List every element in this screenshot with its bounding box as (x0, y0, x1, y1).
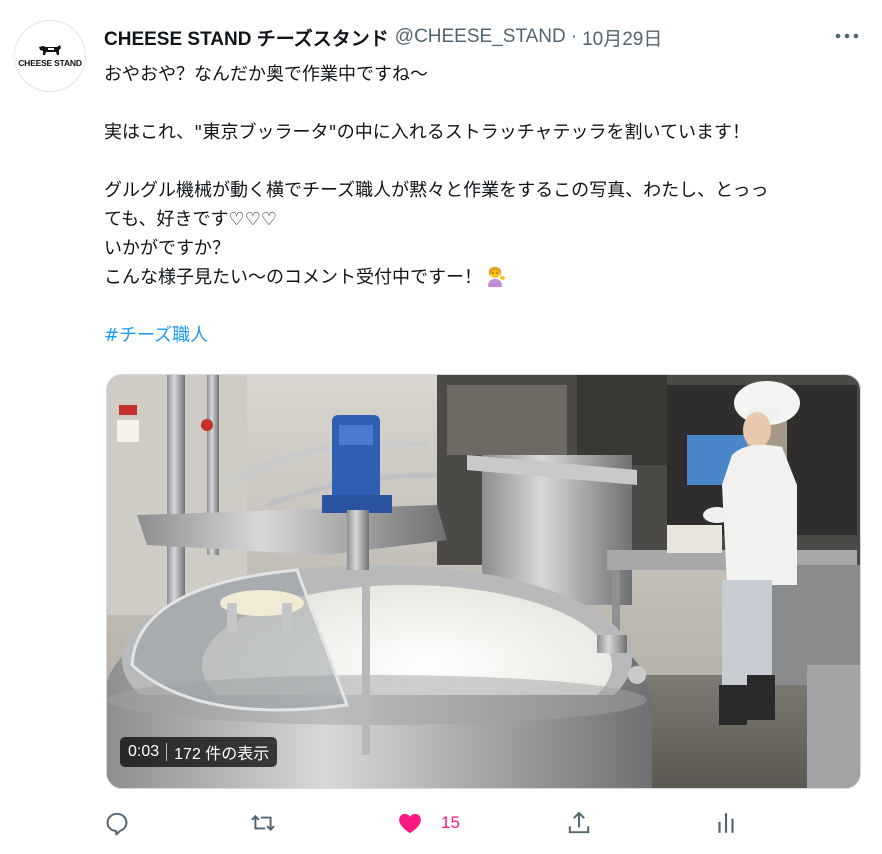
video-duration: 0:03 (128, 743, 160, 760)
like-button[interactable]: 15 (397, 806, 460, 840)
video-view-count: 172 件の表示 (174, 746, 270, 763)
divider (166, 743, 168, 761)
like-count: 15 (441, 813, 460, 832)
person-tipping-hand-emoji (488, 267, 505, 287)
avatar-logo-text: CHEESE STAND (18, 58, 82, 68)
tweet-line: 実はこれ、"東京ブッラータ"の中に入れるストラッチャテッラを割いています！ (104, 122, 751, 143)
tweet-header: CHEESE STAND チーズスタンド @CHEESE_STAND · 10月… (104, 24, 822, 50)
tweet-line-with-emoji: こんな様子見たい〜のコメント受付中ですー！ (104, 263, 864, 292)
tweet-actions: 15 (104, 806, 744, 840)
hashtag-link[interactable]: #チーズ職人 (104, 321, 864, 350)
video-thumbnail (107, 375, 860, 788)
more-options-icon[interactable] (832, 26, 862, 46)
share-icon (568, 811, 590, 834)
tweet-line: いかがですか？ (104, 238, 230, 259)
video-info-badge: 0:03 172 件の表示 (120, 737, 278, 767)
tweet-line: グルグル機械が動く横でチーズ職人が黙々と作業をするこの写真、わたし、とっっ (104, 180, 769, 201)
heart-icon (399, 813, 421, 834)
tweet-date[interactable]: 10月29日 (582, 24, 662, 51)
avatar[interactable]: CHEESE STAND (14, 20, 86, 92)
display-name[interactable]: CHEESE STAND チーズスタンド (104, 24, 389, 51)
retweet-button[interactable] (250, 806, 276, 840)
tweet-line: おやおや？なんだか奥で作業中ですね〜 (104, 64, 428, 85)
tweet-text: おやおや？なんだか奥で作業中ですね〜 実はこれ、"東京ブッラータ"の中に入れるス… (104, 60, 864, 350)
reply-button[interactable] (104, 806, 130, 840)
reply-icon (106, 812, 128, 836)
tweet-line: こんな様子見たい〜のコメント受付中ですー！ (104, 267, 482, 288)
analytics-button[interactable] (713, 806, 739, 840)
user-handle[interactable]: @CHEESE_STAND (395, 26, 566, 48)
separator-dot: · (570, 26, 578, 47)
retweet-icon (251, 814, 275, 832)
tweet-line: ても、好きです♡♡♡ (104, 209, 277, 230)
cow-logo-icon (39, 45, 61, 55)
video-player[interactable]: 0:03 172 件の表示 (106, 374, 861, 789)
share-button[interactable] (566, 806, 592, 840)
analytics-icon (718, 813, 734, 833)
